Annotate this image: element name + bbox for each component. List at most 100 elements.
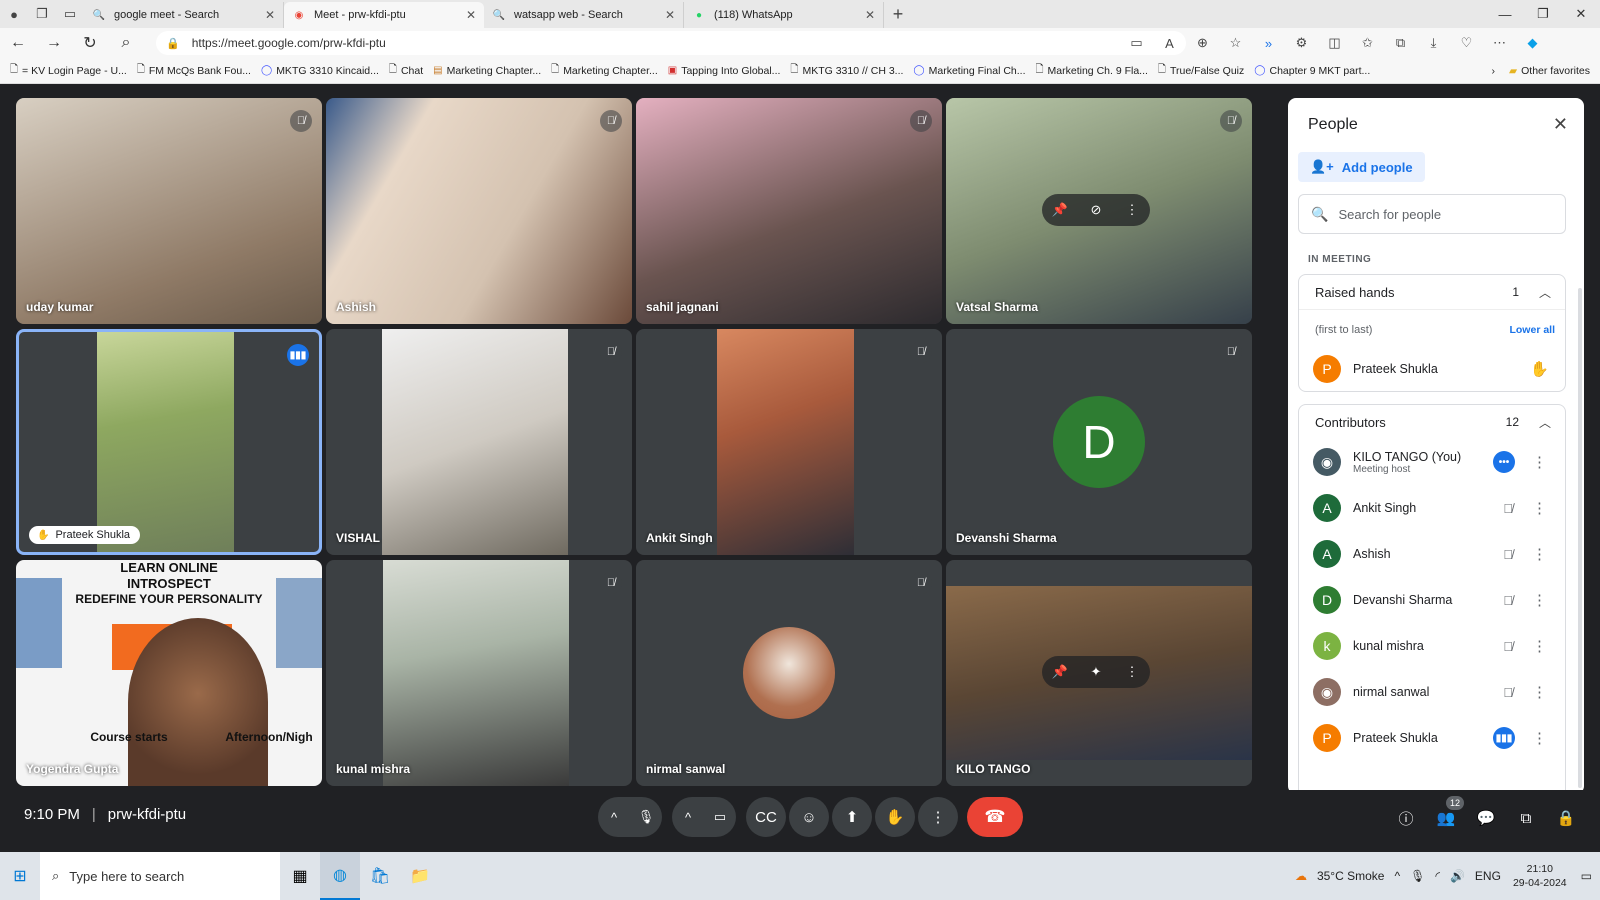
scrollbar[interactable] <box>1578 288 1582 788</box>
chat-icon[interactable]: 💬 <box>1466 798 1506 838</box>
volume-icon[interactable]: 🔊 <box>1450 869 1465 883</box>
bookmark[interactable]: 🗋 Marketing Ch. 9 Fla... <box>1036 62 1148 79</box>
contributor-row[interactable]: P Prateek Shukla ▮▮▮ ⋮ <box>1299 715 1565 761</box>
participant-tile[interactable]: 📌 ✦ ⋮ KILO TANGO <box>946 560 1252 786</box>
more-vert-icon[interactable]: ⋮ <box>1114 664 1150 680</box>
close-icon[interactable]: ✕ <box>1553 114 1568 135</box>
participant-tile[interactable]: 🎙̸ 📌 ⊘ ⋮ Vatsal Sharma <box>946 98 1252 324</box>
pin-icon[interactable]: 📌 <box>1042 202 1078 218</box>
workspaces-icon[interactable]: ❐ <box>28 0 56 28</box>
bookmark[interactable]: 🗋 Marketing Chapter... <box>551 62 658 79</box>
close-icon[interactable]: ✕ <box>265 8 275 22</box>
more-vert-icon[interactable]: ⋮ <box>1532 637 1547 655</box>
favorites-icon[interactable]: ✩ <box>1351 35 1384 51</box>
new-tab-button[interactable]: + <box>884 4 912 25</box>
chevron-up-icon[interactable]: ^ <box>598 810 630 825</box>
mic-off-icon[interactable]: 🎙̸ <box>1503 547 1513 562</box>
pin-icon[interactable]: 📌 <box>1042 664 1078 680</box>
tab-watsapp-search[interactable]: 🔍 watsapp web - Search ✕ <box>484 2 684 28</box>
url-input[interactable]: 🔒 https://meet.google.com/prw-kfdi-ptu <box>156 31 1186 55</box>
edge-browser-icon[interactable]: ◍ <box>320 852 360 900</box>
bookmark[interactable]: 🗋 = KV Login Page - U... <box>10 62 127 79</box>
mic-off-icon[interactable]: 🎙̸ <box>1503 685 1513 700</box>
copilot-arrows-icon[interactable]: » <box>1252 36 1285 51</box>
participant-tile-active-speaker[interactable]: ▮▮▮ ✋ Prateek Shukla <box>16 329 322 555</box>
app-icon[interactable]: ⊕ <box>1186 35 1219 51</box>
back-icon[interactable]: ← <box>0 28 36 58</box>
copilot-icon[interactable]: ◆ <box>1516 35 1549 51</box>
participant-tile[interactable]: 🎙̸ kunal mishra <box>326 560 632 786</box>
contributor-row[interactable]: ◉ KILO TANGO (You) Meeting host ••• ⋮ <box>1299 439 1565 485</box>
restore-icon[interactable]: ❐ <box>1524 0 1562 28</box>
contributor-row[interactable]: D Devanshi Sharma 🎙̸ ⋮ <box>1299 577 1565 623</box>
task-view-icon[interactable]: ▦ <box>280 852 320 900</box>
weather-text[interactable]: 35°C Smoke <box>1317 869 1385 883</box>
raise-hand-icon[interactable]: ✋ <box>875 797 915 837</box>
mic-off-icon[interactable]: 🎙̸ <box>1503 501 1513 516</box>
downloads-icon[interactable]: ⤓ <box>1417 35 1450 51</box>
file-explorer-icon[interactable]: 📁 <box>400 852 440 900</box>
lower-all-button[interactable]: Lower all <box>1509 324 1555 336</box>
mic-off-icon[interactable]: 🎙̸ <box>1503 639 1513 654</box>
tab-actions-icon[interactable]: ▭ <box>56 0 84 28</box>
close-icon[interactable]: ✕ <box>466 8 476 22</box>
close-icon[interactable]: ✕ <box>865 8 875 22</box>
contributor-row[interactable]: ◉ nirmal sanwal 🎙̸ ⋮ <box>1299 669 1565 715</box>
wifi-icon[interactable]: ◜ <box>1435 869 1440 883</box>
captions-icon[interactable]: CC <box>746 797 786 837</box>
bookmark[interactable]: ◯ MKTG 3310 Kincaid... <box>261 65 379 77</box>
people-icon[interactable]: 👥 12 <box>1426 796 1466 838</box>
participant-tile[interactable]: 🎙̸ uday kumar <box>16 98 322 324</box>
read-aloud-icon[interactable]: A <box>1153 36 1186 51</box>
bookmark[interactable]: 🗋 True/False Quiz <box>1158 62 1244 79</box>
present-screen-icon[interactable]: ⬆ <box>832 797 872 837</box>
mic-off-icon[interactable]: 🎙̸ <box>1503 593 1513 608</box>
search-people-input[interactable]: 🔍 Search for people <box>1298 194 1566 234</box>
language-indicator[interactable]: ENG <box>1475 869 1501 883</box>
bookmark[interactable]: 🗋 MKTG 3310 // CH 3... <box>790 62 903 79</box>
mic-icon[interactable]: 🎙 <box>630 809 662 825</box>
more-icon[interactable]: ⋯ <box>1483 35 1516 51</box>
chevron-up-icon[interactable]: ^ <box>1394 869 1400 883</box>
more-vert-icon[interactable]: ⋮ <box>1532 729 1547 747</box>
close-window-icon[interactable]: ✕ <box>1562 0 1600 28</box>
emoji-icon[interactable]: ☺ <box>789 797 829 837</box>
bookmark[interactable]: ▤ Marketing Chapter... <box>433 65 541 77</box>
forward-icon[interactable]: → <box>36 28 72 58</box>
mic-tray-icon[interactable]: 🎙 <box>1410 869 1425 883</box>
tab-whatsapp[interactable]: ● (118) WhatsApp ✕ <box>684 2 884 28</box>
weather-icon[interactable]: ☁ <box>1295 869 1307 883</box>
camera-icon[interactable]: ▭ <box>1120 35 1153 51</box>
host-controls-icon[interactable]: 🔒 <box>1546 798 1586 838</box>
bookmark[interactable]: 🗋 FM McQs Bank Fou... <box>137 62 251 79</box>
raised-hands-header[interactable]: Raised hands 1 ︿ <box>1299 275 1565 309</box>
favorite-star-icon[interactable]: ☆ <box>1219 35 1252 51</box>
store-icon[interactable]: 🛍 <box>360 852 400 900</box>
clock[interactable]: 21:10 29-04-2024 <box>1513 862 1567 890</box>
effects-icon[interactable]: ✦ <box>1078 664 1114 680</box>
more-vert-icon[interactable]: ⋮ <box>918 797 958 837</box>
more-vert-icon[interactable]: ⋮ <box>1532 499 1547 517</box>
more-vert-icon[interactable]: ⋮ <box>1532 545 1547 563</box>
chevron-up-icon[interactable]: ︿ <box>1539 414 1551 431</box>
other-favorites[interactable]: › ▰ Other favorites <box>1492 58 1590 84</box>
browser-essentials-icon[interactable]: ♡ <box>1450 35 1483 51</box>
bookmark[interactable]: ◯ Chapter 9 MKT part... <box>1254 65 1370 77</box>
participant-tile[interactable]: LEARN ONLINE INTROSPECT REDEFINE YOUR PE… <box>16 560 322 786</box>
mic-off-icon[interactable]: ⊘ <box>1078 202 1114 218</box>
activities-icon[interactable]: ⧉ <box>1506 798 1546 838</box>
participant-tile[interactable]: 🎙̸ Ashish <box>326 98 632 324</box>
chevron-up-icon[interactable]: ︿ <box>1539 284 1551 301</box>
add-people-button[interactable]: 👤+ Add people <box>1298 152 1425 182</box>
participant-tile[interactable]: 🎙̸ VISHAL <box>326 329 632 555</box>
profile-icon[interactable]: ● <box>0 0 28 28</box>
reload-icon[interactable]: ↻ <box>72 28 108 58</box>
bookmark[interactable]: ◯ Marketing Final Ch... <box>913 65 1025 77</box>
participant-tile[interactable]: 🎙̸ Ankit Singh <box>636 329 942 555</box>
minimize-icon[interactable]: — <box>1486 0 1524 28</box>
participant-tile[interactable]: D 🎙̸ Devanshi Sharma <box>946 329 1252 555</box>
tab-google-meet-search[interactable]: 🔍 google meet - Search ✕ <box>84 2 284 28</box>
chevron-right-icon[interactable]: › <box>1492 65 1496 77</box>
contributor-row[interactable]: A Ankit Singh 🎙̸ ⋮ <box>1299 485 1565 531</box>
close-icon[interactable]: ✕ <box>665 8 675 22</box>
